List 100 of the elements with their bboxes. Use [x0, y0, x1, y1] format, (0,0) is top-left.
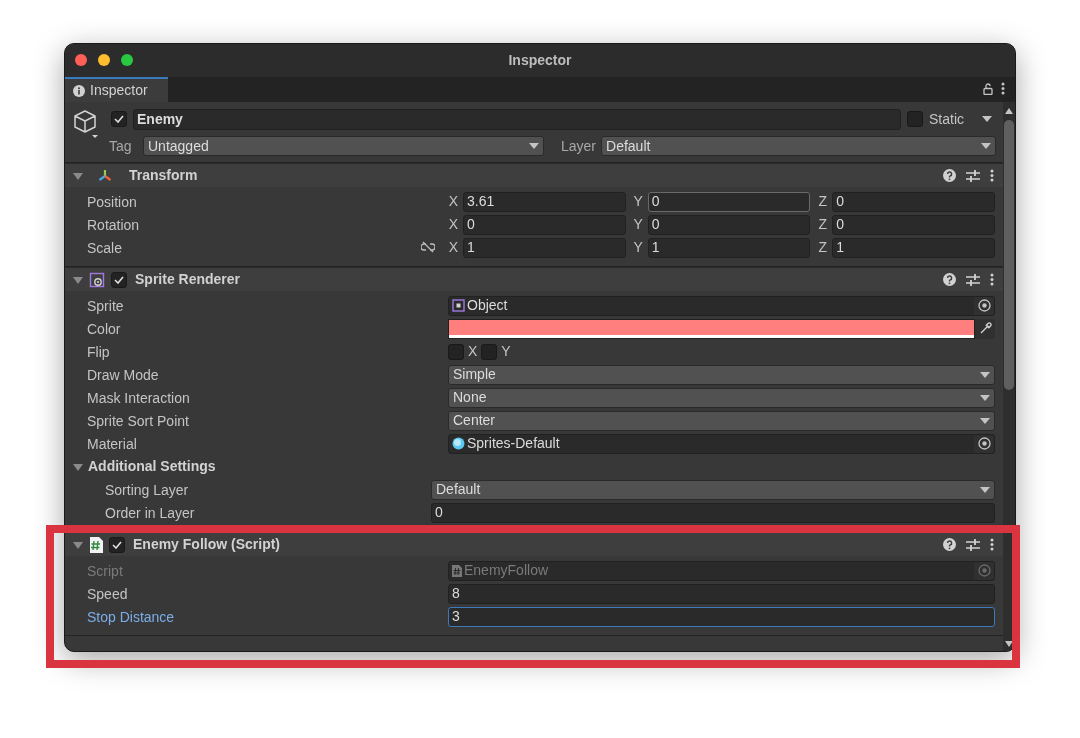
unlink-icon[interactable] [421, 241, 435, 253]
check-icon [114, 275, 124, 284]
object-field[interactable]: Object [448, 295, 995, 316]
scroll-down-icon[interactable] [1005, 641, 1013, 647]
number-field[interactable]: 1 [832, 237, 995, 258]
enabled-checkbox[interactable] [111, 271, 127, 288]
eyedropper-icon[interactable] [978, 322, 992, 335]
scroll-up-icon[interactable] [1005, 108, 1013, 114]
axis-label: Y [632, 215, 644, 234]
enabled-checkbox[interactable] [109, 536, 125, 553]
dropdown-caret-icon [981, 143, 991, 149]
field-label: Sprite [87, 297, 124, 314]
axis-label: X [448, 215, 459, 234]
script-icon [89, 536, 103, 553]
cube-icon[interactable] [73, 109, 99, 139]
axis-label: Y [632, 192, 644, 211]
check-icon [114, 115, 124, 123]
zoom-button[interactable] [121, 54, 133, 66]
scrollbar[interactable] [1003, 102, 1015, 651]
collapse-arrow-icon[interactable] [73, 274, 83, 285]
static-checkbox[interactable] [907, 111, 923, 127]
dropdown-caret-icon [980, 394, 990, 401]
active-checkbox[interactable] [111, 111, 127, 127]
more-icon[interactable] [990, 169, 994, 182]
dropdown-caret-icon [980, 486, 990, 493]
more-icon[interactable] [1001, 82, 1005, 95]
tag-label: Tag [109, 136, 133, 156]
axis-label: Y [632, 238, 644, 257]
field-label: Stop Distance [87, 608, 175, 625]
dropdown-caret-icon[interactable] [982, 116, 992, 122]
field-label: Speed [87, 585, 128, 602]
layer-dropdown[interactable]: Default [601, 136, 996, 156]
dropdown-caret-icon [980, 371, 990, 378]
number-field[interactable]: 1 [647, 237, 811, 258]
lock-icon[interactable] [983, 82, 993, 95]
inspector-tab[interactable]: Inspector [65, 77, 168, 102]
field-label: Mask Interaction [87, 389, 190, 406]
field-label: Position [87, 193, 137, 210]
more-icon[interactable] [990, 538, 994, 551]
number-field[interactable]: 0 [647, 214, 811, 235]
sprite-icon [452, 299, 465, 312]
number-field[interactable]: 1 [463, 237, 626, 258]
number-field[interactable]: 0 [431, 502, 995, 523]
dropdown-caret-icon [529, 143, 539, 149]
dropdown[interactable]: Center [448, 410, 995, 431]
object-picker-icon[interactable] [977, 437, 991, 450]
component-header[interactable]: Sprite Renderer [65, 267, 1003, 291]
field-label: Scale [87, 239, 123, 256]
check-icon [112, 540, 122, 549]
field-label: Color [87, 320, 121, 337]
collapse-arrow-icon[interactable] [73, 170, 83, 181]
dropdown[interactable]: None [448, 387, 995, 408]
number-field[interactable]: 0 [463, 214, 626, 235]
dropdown-caret-icon [980, 417, 990, 424]
help-icon[interactable] [943, 273, 956, 286]
number-field[interactable]: 0 [647, 191, 811, 212]
sphere-icon [452, 437, 465, 450]
name-field[interactable]: Enemy [133, 108, 901, 130]
axis-label: Z [817, 192, 829, 211]
presets-icon[interactable] [966, 273, 980, 286]
object-picker-icon[interactable] [977, 299, 991, 312]
help-icon[interactable] [943, 538, 956, 551]
close-button[interactable] [75, 54, 87, 66]
component-header[interactable]: Transform [65, 163, 1003, 187]
collapse-arrow-icon[interactable] [73, 539, 83, 550]
component-header[interactable]: Enemy Follow (Script) [65, 532, 1003, 556]
checkbox-label: Y [501, 342, 511, 361]
axis-label: X [448, 192, 459, 211]
tag-dropdown[interactable]: Untagged [143, 136, 544, 156]
color-swatch[interactable] [448, 318, 975, 339]
axes-icon [97, 167, 113, 184]
number-field[interactable]: 3 [448, 606, 995, 627]
presets-icon[interactable] [966, 169, 980, 182]
sprite-renderer-icon [89, 271, 105, 288]
number-field[interactable]: 3.61 [463, 191, 626, 212]
checkbox-label: X [468, 342, 478, 361]
axis-label: Z [817, 238, 829, 257]
minimize-button[interactable] [98, 54, 110, 66]
foldout-label[interactable]: Additional Settings [88, 456, 216, 477]
script-icon [452, 564, 462, 577]
object-field[interactable]: Sprites-Default [448, 433, 995, 454]
dropdown[interactable]: Simple [448, 364, 995, 385]
field-label: Flip [87, 343, 110, 360]
layer-label: Layer [561, 136, 597, 156]
more-icon[interactable] [990, 273, 994, 286]
number-field[interactable]: 8 [448, 583, 995, 604]
number-field[interactable]: 0 [832, 191, 995, 212]
presets-icon[interactable] [966, 538, 980, 551]
number-field[interactable]: 0 [832, 214, 995, 235]
checkbox[interactable] [448, 343, 464, 360]
field-label: Sprite Sort Point [87, 412, 189, 429]
help-icon[interactable] [943, 169, 956, 182]
field-label: Draw Mode [87, 366, 159, 383]
field-label: Sorting Layer [105, 481, 189, 498]
axis-label: Z [817, 215, 829, 234]
checkbox[interactable] [481, 343, 498, 360]
collapse-arrow-icon[interactable] [73, 461, 83, 472]
scrollbar-thumb[interactable] [1004, 120, 1014, 390]
dropdown[interactable]: Default [431, 479, 995, 500]
window-title: Inspector [508, 51, 572, 70]
